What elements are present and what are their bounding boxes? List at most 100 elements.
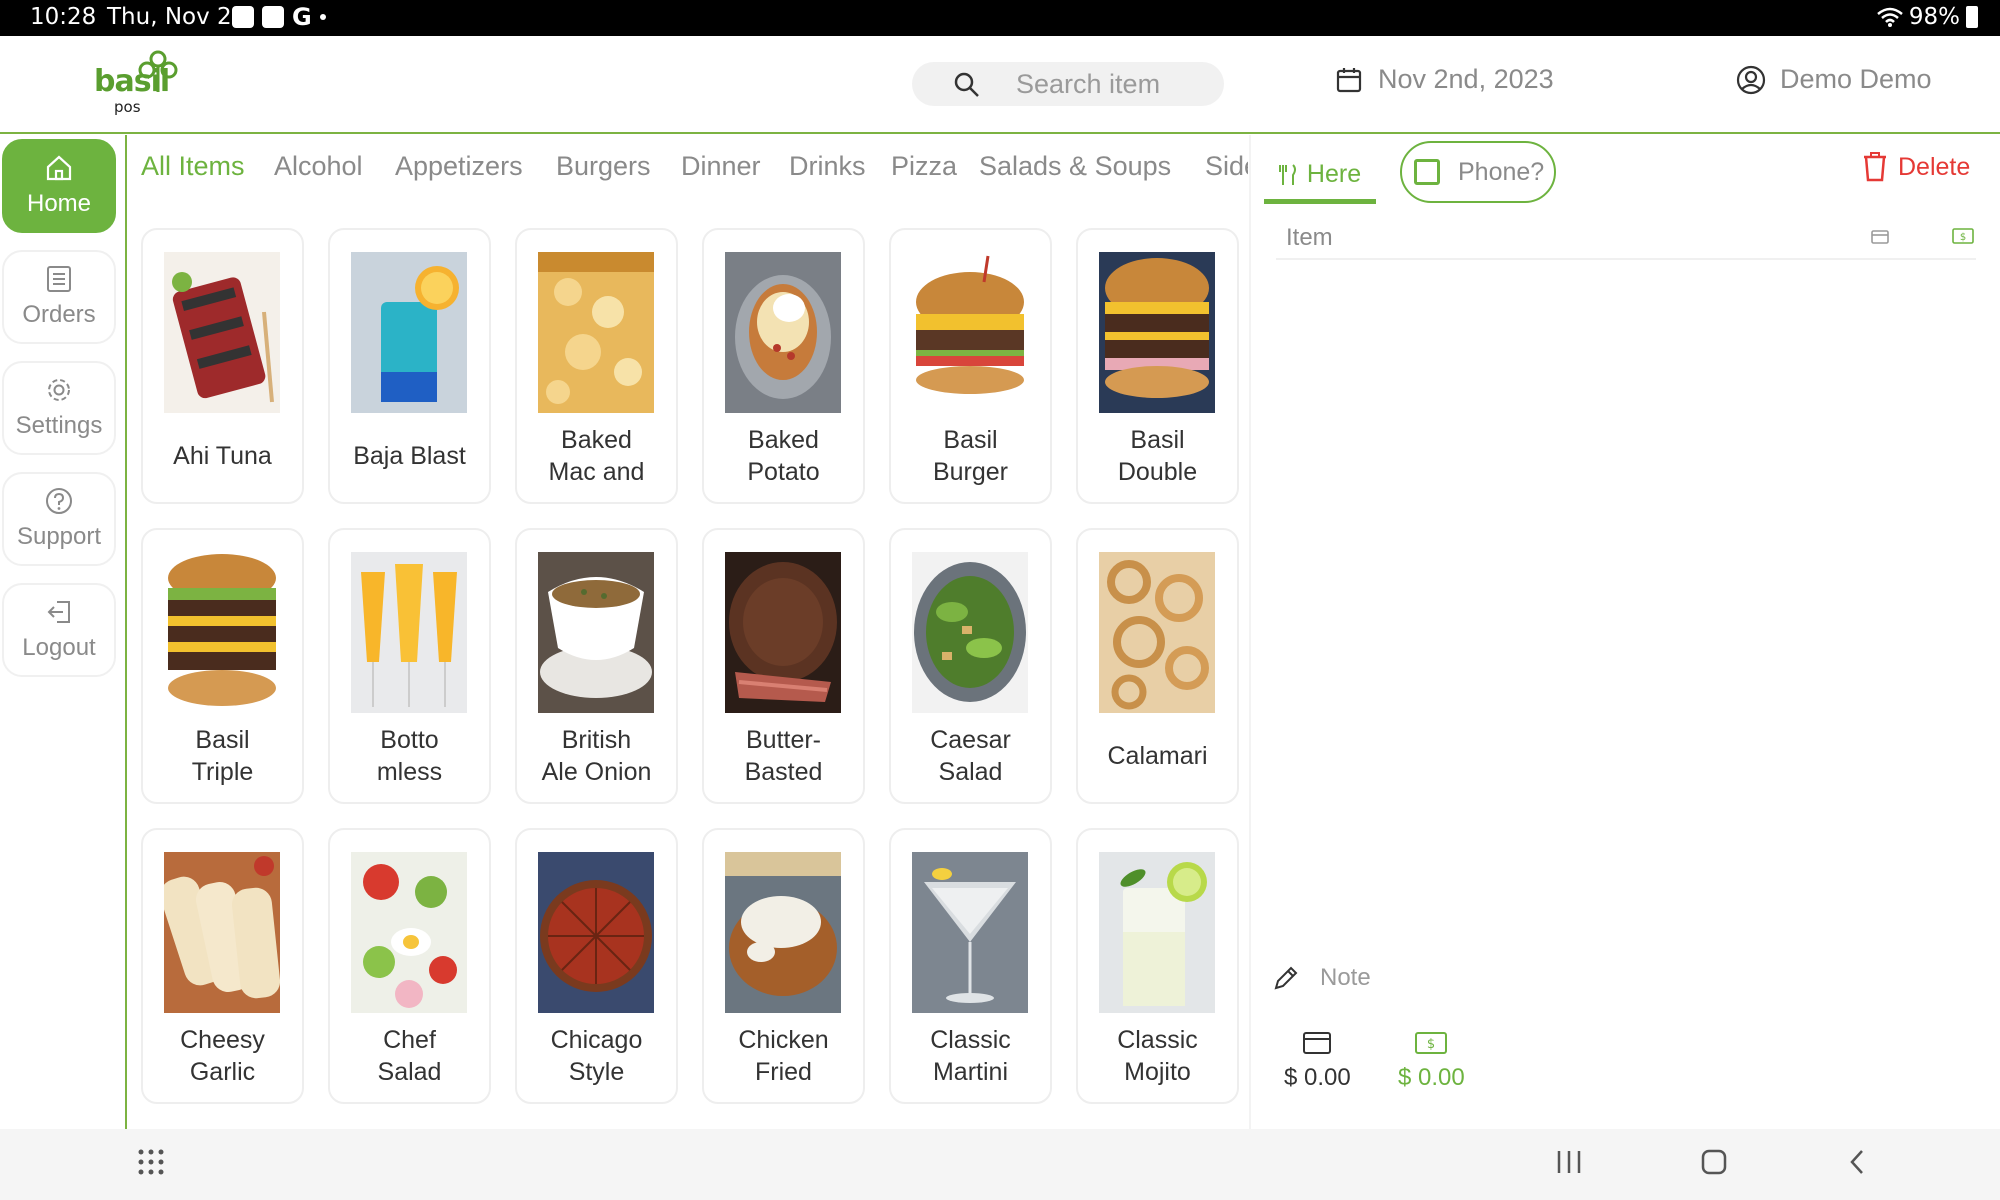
sidebar-item-logout[interactable]: Logout	[2, 583, 116, 677]
menu-item-card[interactable]: Baked Mac and	[515, 228, 678, 504]
menu-item-card[interactable]: Calamari	[1076, 528, 1239, 804]
calamari-image	[1099, 552, 1215, 713]
status-date: Thu, Nov 2	[107, 4, 232, 30]
wifi-icon	[1877, 7, 1903, 27]
delete-label: Delete	[1898, 152, 1971, 181]
menu-item-name: Chicken Fried	[738, 1026, 829, 1086]
menu-item-name: Caesar Salad	[930, 726, 1011, 786]
sidebar-item-orders[interactable]: Orders	[2, 250, 116, 344]
menu-item-card[interactable]: Baked Potato	[702, 228, 865, 504]
svg-text:$: $	[1427, 1037, 1435, 1052]
logout-icon	[47, 601, 70, 623]
menu-item-name: Basil Double	[1117, 426, 1198, 486]
dine-here-tab[interactable]: Here	[1264, 150, 1376, 204]
gear-icon	[48, 379, 70, 401]
current-date: Nov 2nd, 2023	[1378, 64, 1554, 94]
svg-text:$: $	[1960, 232, 1966, 243]
basil-triple-image	[164, 552, 280, 713]
card-column-icon	[1871, 230, 1889, 244]
menu-item-card[interactable]: British Ale Onion	[515, 528, 678, 804]
back-icon[interactable]	[1846, 1147, 1868, 1177]
menu-item-card[interactable]: Basil Triple	[141, 528, 304, 804]
menu-item-card[interactable]: Basil Burger	[889, 228, 1052, 504]
tab-salads-soups[interactable]: Salads & Soups	[979, 151, 1171, 182]
menu-item-name: Classic Martini	[930, 1026, 1011, 1086]
sidebar-item-settings[interactable]: Settings	[2, 361, 116, 455]
trash-icon	[1864, 152, 1886, 182]
ahi-tuna-image	[164, 252, 280, 413]
order-note-button[interactable]: Note	[1272, 964, 1371, 992]
search-bar[interactable]	[912, 62, 1224, 106]
home-icon	[46, 155, 72, 181]
app-drawer-icon[interactable]	[136, 1147, 166, 1177]
chef-salad-image	[351, 852, 467, 1013]
menu-item-card[interactable]: Chicago Style	[515, 828, 678, 1104]
menu-item-name: Baked Mac and	[548, 426, 645, 486]
baja-blast-image	[351, 252, 467, 413]
sidebar-item-label: Home	[26, 190, 92, 217]
phone-order-toggle[interactable]: Phone?	[1400, 141, 1556, 203]
caesar-salad-image	[912, 552, 1028, 713]
system-navigation-bar	[0, 1129, 2000, 1200]
logo-subtext: pos	[114, 98, 141, 116]
menu-item-card[interactable]: Chicken Fried	[702, 828, 865, 1104]
checkbox-icon[interactable]	[1414, 159, 1440, 185]
menu-item-card[interactable]: Caesar Salad	[889, 528, 1052, 804]
credit-card-icon	[1303, 1032, 1332, 1054]
basil-pos-logo[interactable]: basil pos	[94, 50, 194, 120]
menu-item-card[interactable]: Classic Mojito	[1076, 828, 1239, 1104]
tab-side[interactable]: Side	[1205, 151, 1248, 182]
card-total: $ 0.00	[1284, 1032, 1351, 1092]
sidebar-item-support[interactable]: Support	[2, 472, 116, 566]
order-items-header: Item $	[1276, 218, 1976, 260]
menu-item-card[interactable]: Classic Martini	[889, 828, 1052, 1104]
sidebar-item-home[interactable]: Home	[2, 139, 116, 233]
menu-item-card[interactable]: Botto mless	[328, 528, 491, 804]
sidebar-item-label: Support	[16, 523, 102, 550]
chicken-fried-steak-image	[725, 852, 841, 1013]
tab-pizza[interactable]: Pizza	[891, 151, 957, 182]
menu-item-name: Chicago Style	[550, 1026, 643, 1086]
menu-item-name: Baja Blast	[353, 442, 466, 470]
basil-double-image	[1099, 252, 1215, 413]
tab-dinner[interactable]: Dinner	[681, 151, 761, 182]
status-bar: 10:28 Thu, Nov 2 G 98%	[0, 0, 2000, 36]
user-avatar-icon	[1736, 65, 1766, 94]
date-picker[interactable]: Nov 2nd, 2023	[1336, 64, 1554, 95]
search-input[interactable]	[1016, 68, 1206, 100]
tab-alcohol[interactable]: Alcohol	[274, 151, 363, 182]
pencil-icon	[1274, 966, 1298, 990]
menu-item-name: Botto mless	[376, 726, 443, 786]
phone-label: Phone?	[1458, 157, 1545, 186]
menu-item-name: Classic Mojito	[1117, 1026, 1198, 1086]
tab-all-items[interactable]: All Items	[141, 151, 245, 182]
help-icon	[46, 488, 72, 514]
category-tabs: All Items Alcohol Appetizers Burgers Din…	[128, 135, 1248, 201]
sidebar: Home Orders Settings Support Logout	[0, 135, 127, 1129]
delete-order-button[interactable]: Delete	[1862, 152, 1970, 182]
recent-apps-icon[interactable]	[1556, 1147, 1582, 1177]
cash-total-value: $ 0.00	[1398, 1064, 1465, 1091]
tab-drinks[interactable]: Drinks	[789, 151, 866, 182]
tab-appetizers[interactable]: Appetizers	[395, 151, 523, 182]
search-icon	[954, 72, 979, 97]
note-label: Note	[1320, 964, 1371, 991]
menu-item-card[interactable]: Baja Blast	[328, 228, 491, 504]
home-button-icon[interactable]	[1700, 1147, 1728, 1177]
google-notification-icon: G	[292, 3, 312, 31]
list-icon	[47, 266, 71, 292]
menu-item-card[interactable]: Butter- Basted	[702, 528, 865, 804]
butter-basted-steak-image	[725, 552, 841, 713]
basil-leaf-icon	[138, 50, 178, 92]
menu-item-card[interactable]: Cheesy Garlic	[141, 828, 304, 1104]
baked-mac-and-cheese-image	[538, 252, 654, 413]
menu-item-card[interactable]: Ahi Tuna	[141, 228, 304, 504]
user-menu[interactable]: Demo Demo	[1736, 64, 1932, 95]
menu-item-card[interactable]: Chef Salad	[328, 828, 491, 1104]
menu-item-card[interactable]: Basil Double	[1076, 228, 1239, 504]
menu-item-name: Chef Salad	[377, 1026, 442, 1086]
tab-burgers[interactable]: Burgers	[556, 151, 651, 182]
cash-column-icon: $	[1952, 228, 1974, 244]
menu-item-name: Butter- Basted	[744, 726, 823, 786]
classic-mojito-image	[1099, 852, 1215, 1013]
